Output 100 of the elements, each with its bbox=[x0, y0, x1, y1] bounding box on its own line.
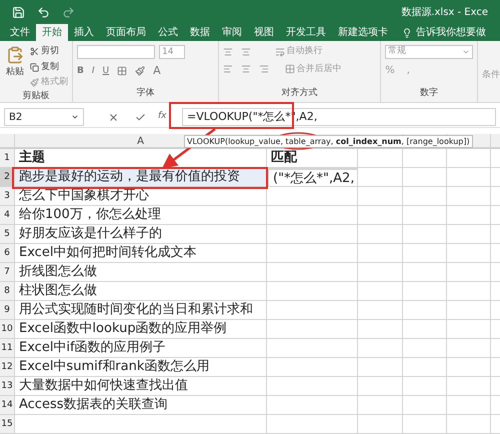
ribbon-tab[interactable]: 页面布局 bbox=[100, 24, 152, 41]
borders-icon[interactable] bbox=[117, 66, 128, 76]
table-cell: 主题 bbox=[15, 149, 267, 168]
align-right-icon[interactable] bbox=[258, 64, 269, 74]
table-cell bbox=[358, 358, 403, 377]
align-middle-icon[interactable] bbox=[240, 46, 251, 57]
table-cell: 用公式实现随时间变化的当日和累计求和 bbox=[15, 301, 267, 320]
function-tooltip: VLOOKUP(lookup_value, table_array, col_index_num, [range_lookup]) bbox=[184, 135, 473, 148]
table-cell bbox=[447, 187, 491, 206]
clipboard-icon bbox=[6, 46, 24, 64]
table-cell bbox=[447, 320, 491, 339]
table-cell bbox=[403, 396, 447, 415]
row-number: 6 bbox=[0, 244, 15, 263]
table-cell bbox=[358, 263, 403, 282]
table-cell bbox=[358, 225, 403, 244]
ribbon-tab[interactable]: 文件 bbox=[4, 24, 36, 41]
undo-icon[interactable] bbox=[37, 6, 50, 18]
row-number: 4 bbox=[0, 206, 15, 225]
bold-button[interactable]: B bbox=[77, 64, 84, 78]
cancel-icon[interactable] bbox=[108, 112, 119, 122]
row-number: 3 bbox=[0, 187, 15, 206]
table-cell bbox=[403, 339, 447, 358]
paste-button[interactable]: 粘贴 bbox=[4, 45, 26, 90]
table-cell: 折线图怎么做 bbox=[15, 263, 267, 282]
font-color-button[interactable]: A bbox=[153, 63, 161, 80]
tell-me-field[interactable]: 告诉我你想要做 bbox=[402, 24, 486, 41]
table-cell bbox=[447, 225, 491, 244]
table-cell bbox=[447, 263, 491, 282]
paintbrush-icon bbox=[30, 78, 39, 88]
table-cell bbox=[403, 168, 447, 187]
table-cell: 匹配 bbox=[267, 149, 358, 168]
name-box[interactable]: B2 bbox=[4, 108, 84, 126]
ribbon-tab[interactable]: 公式 bbox=[152, 24, 184, 41]
cut-button[interactable]: 剪切 bbox=[30, 45, 68, 58]
table-cell bbox=[447, 339, 491, 358]
ribbon-tab[interactable]: 新建选项卡 bbox=[332, 24, 394, 41]
lightbulb-icon bbox=[402, 28, 412, 38]
scissors-icon bbox=[30, 47, 39, 56]
ribbon-tab[interactable]: 数据 bbox=[184, 24, 216, 41]
table-cell bbox=[358, 282, 403, 301]
row-number: 11 bbox=[0, 339, 15, 358]
table-cell bbox=[358, 187, 403, 206]
enter-icon[interactable] bbox=[135, 112, 146, 122]
align-top-icon[interactable] bbox=[222, 46, 233, 57]
row-number: 14 bbox=[0, 396, 15, 415]
table-cell: 怎么下中国象棋才开心 bbox=[15, 187, 267, 206]
group-label: 剪贴板 bbox=[22, 90, 50, 102]
table-cell bbox=[403, 187, 447, 206]
caret-icon bbox=[71, 113, 79, 121]
table-cell bbox=[358, 396, 403, 415]
group-label: 字体 bbox=[136, 86, 154, 100]
table-cell bbox=[358, 168, 403, 187]
wrap-icon bbox=[274, 46, 285, 57]
row-number: 12 bbox=[0, 358, 15, 377]
table-cell bbox=[403, 282, 447, 301]
row-number: 7 bbox=[0, 263, 15, 282]
table-cell bbox=[447, 358, 491, 377]
row-number: 9 bbox=[0, 301, 15, 320]
table-cell: 大量数据中如何快速查找出值 bbox=[15, 377, 267, 396]
ribbon-tab[interactable]: 视图 bbox=[248, 24, 280, 41]
underline-button[interactable]: U bbox=[102, 64, 110, 78]
table-cell bbox=[403, 244, 447, 263]
align-center-icon[interactable] bbox=[240, 64, 251, 74]
table-cell bbox=[447, 168, 491, 187]
group-label: 数字 bbox=[420, 86, 438, 100]
italic-button[interactable]: I bbox=[92, 64, 95, 78]
table-cell bbox=[403, 301, 447, 320]
copy-icon bbox=[30, 62, 39, 72]
ribbon-tab[interactable]: 插入 bbox=[68, 24, 100, 41]
table-cell: 柱状图怎么做 bbox=[15, 282, 267, 301]
font-name-field[interactable] bbox=[77, 45, 155, 59]
table-cell bbox=[447, 206, 491, 225]
table-cell bbox=[358, 206, 403, 225]
table-cell bbox=[447, 301, 491, 320]
save-icon[interactable] bbox=[12, 6, 25, 18]
ribbon-tab[interactable]: 开始 bbox=[36, 24, 68, 41]
table-cell: ("*怎么*",A2, bbox=[267, 168, 358, 187]
ribbon-tab[interactable]: 审阅 bbox=[216, 24, 248, 41]
number-format-dropdown[interactable]: 常规 bbox=[385, 45, 473, 59]
table-cell bbox=[358, 320, 403, 339]
table-cell bbox=[358, 244, 403, 263]
table-cell: Excel函数中lookup函数的应用举例 bbox=[15, 320, 267, 339]
insert-function-button[interactable]: fx bbox=[158, 110, 178, 124]
window-title: 数据源.xlsx - Exce bbox=[401, 6, 488, 20]
fill-color-icon[interactable] bbox=[135, 66, 146, 76]
table-cell: 好朋友应该是什么样子的 bbox=[15, 225, 267, 244]
table-cell bbox=[447, 415, 491, 434]
row-number: 15 bbox=[0, 415, 15, 434]
grid-icon bbox=[284, 64, 295, 74]
table-cell: Excel中if函数的应用例子 bbox=[15, 339, 267, 358]
table-cell bbox=[358, 339, 403, 358]
align-left-icon[interactable] bbox=[222, 64, 233, 74]
ribbon-tab[interactable]: 开发工具 bbox=[280, 24, 332, 41]
table-cell bbox=[403, 415, 447, 434]
row-number: 5 bbox=[0, 225, 15, 244]
table-cell bbox=[447, 396, 491, 415]
table-cell bbox=[403, 358, 447, 377]
copy-button[interactable]: 复制 bbox=[30, 60, 68, 74]
group-label: 对齐方式 bbox=[281, 86, 318, 100]
table-cell: Access数据表的关联查询 bbox=[15, 396, 267, 415]
